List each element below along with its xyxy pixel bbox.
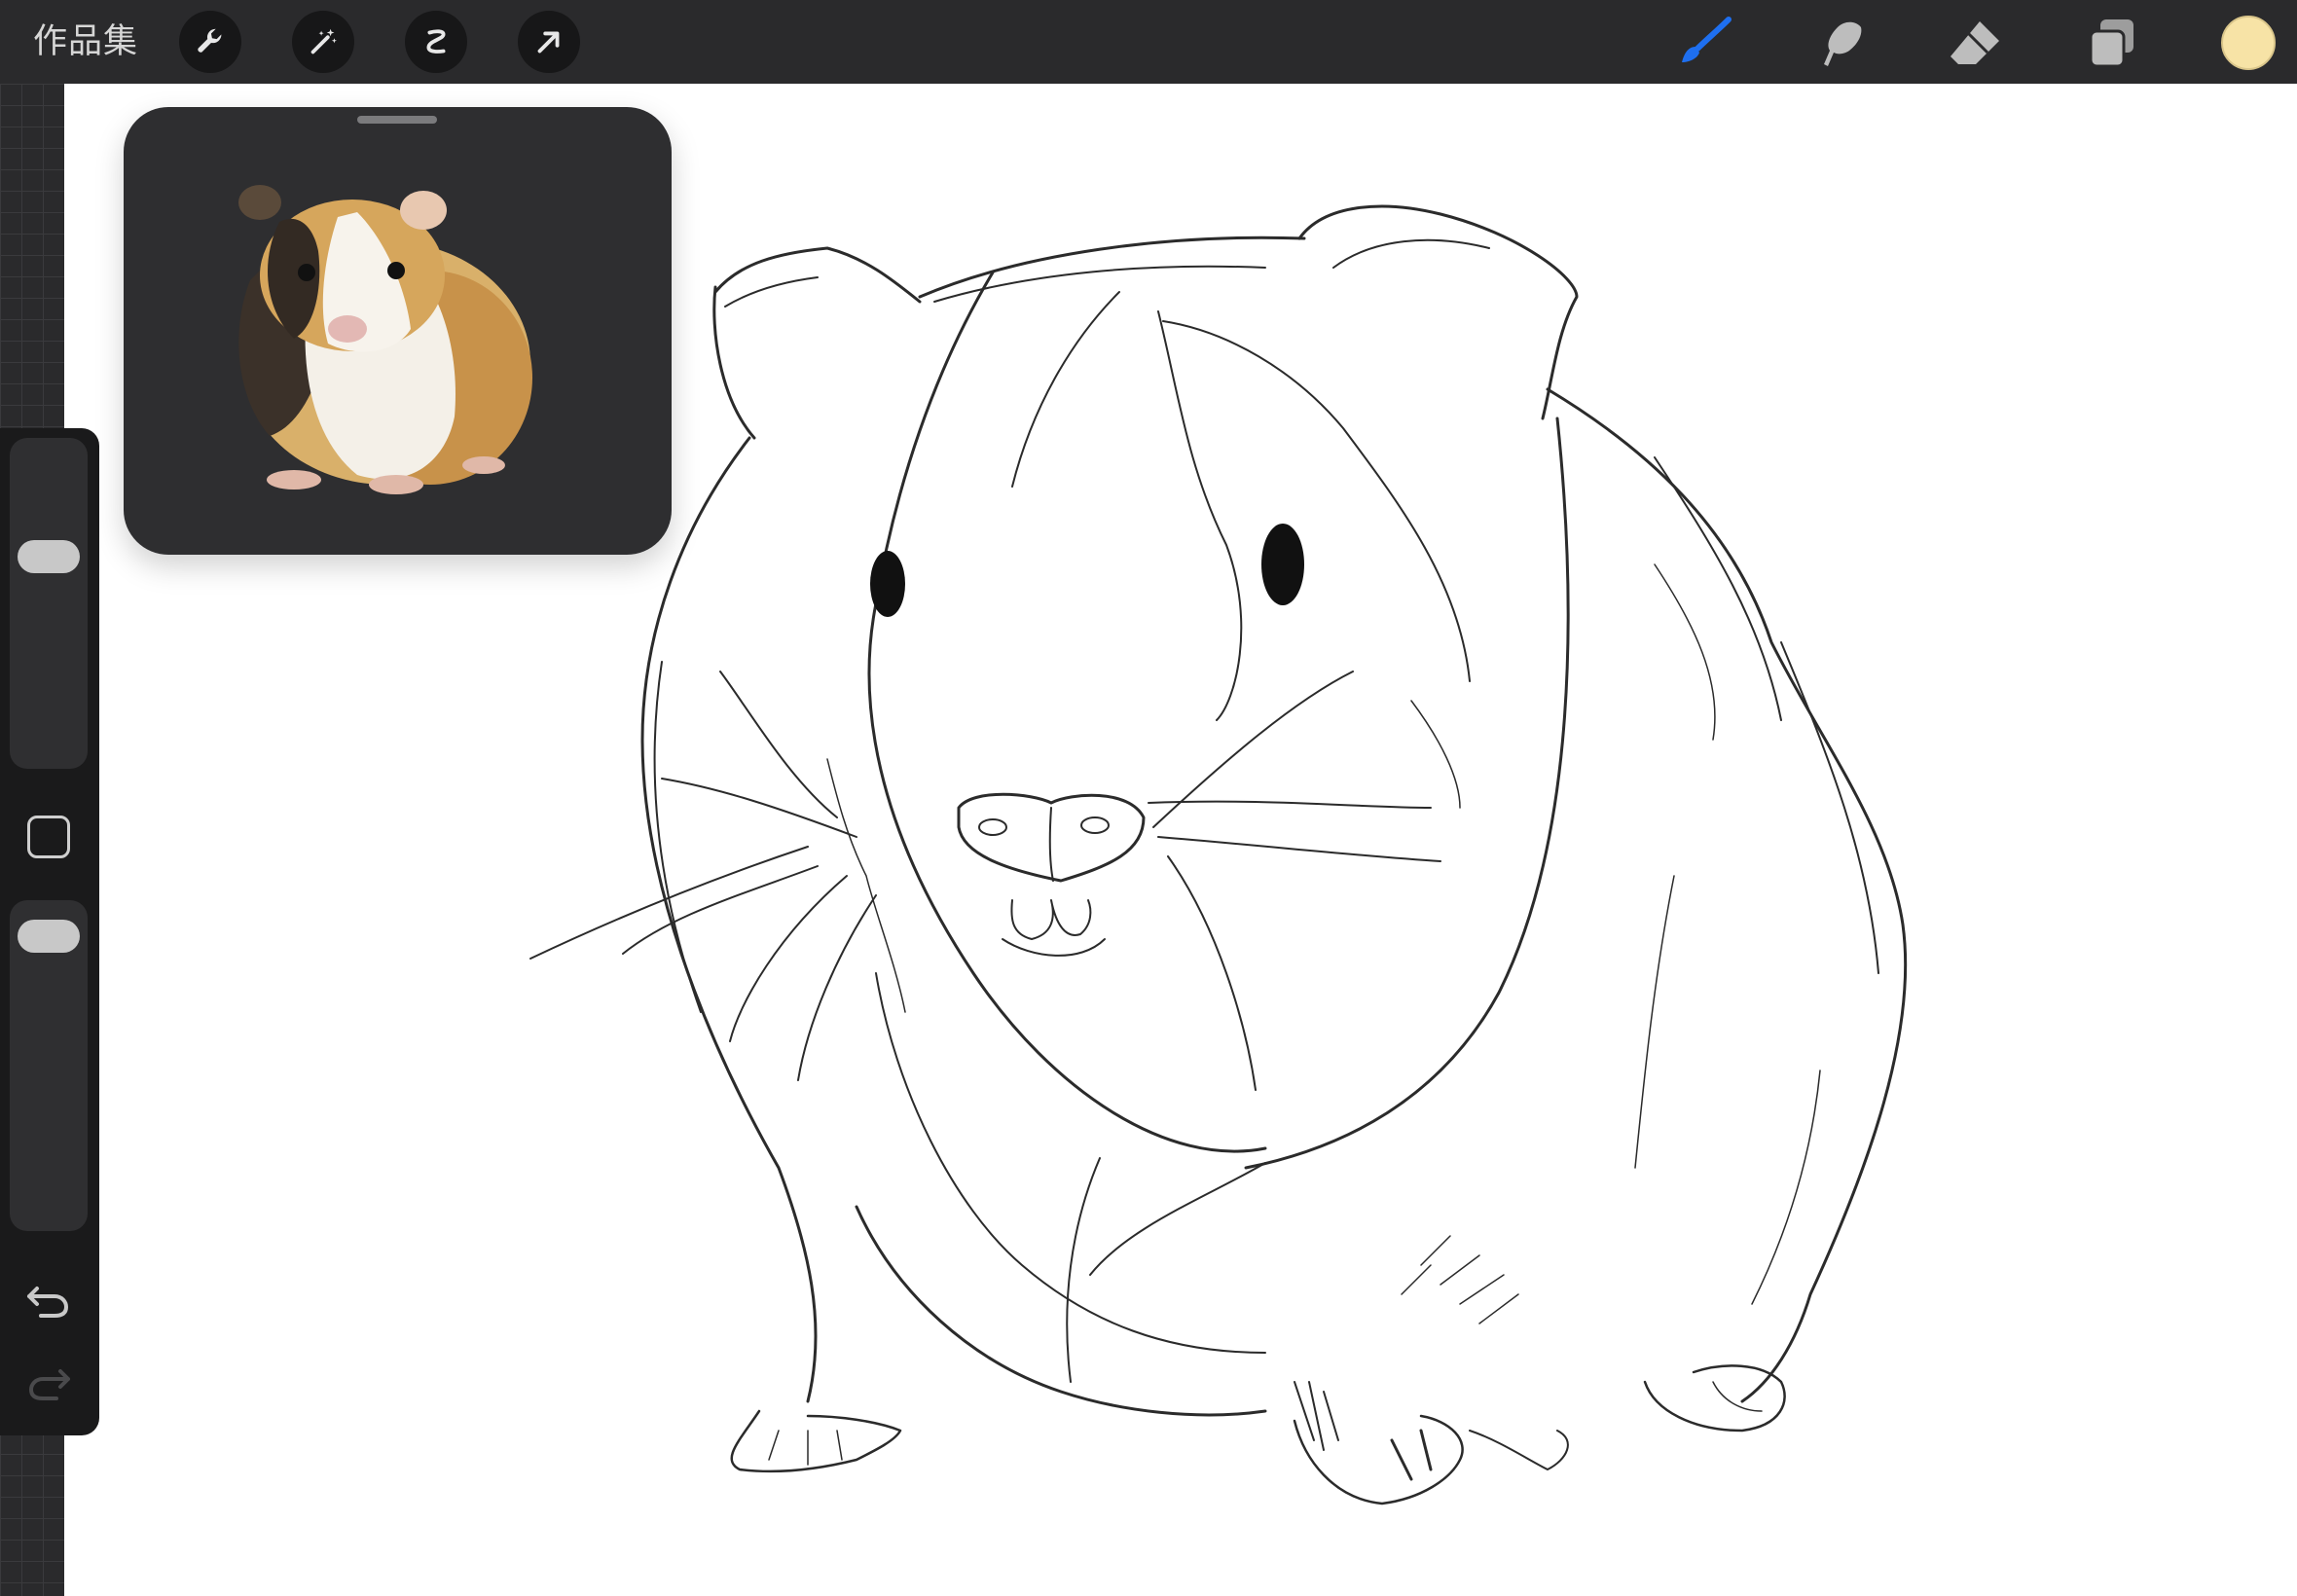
eraser-icon[interactable]	[1945, 14, 2007, 72]
smudge-icon[interactable]	[1808, 14, 1871, 72]
reference-image-window[interactable]	[124, 107, 672, 555]
undo-icon[interactable]	[23, 1275, 74, 1325]
wrench-icon[interactable]	[179, 11, 241, 73]
opacity-thumb[interactable]	[18, 920, 80, 953]
top-toolbar: 作品集	[0, 0, 2297, 84]
reference-drag-handle[interactable]	[357, 116, 437, 124]
move-arrow-icon[interactable]	[518, 11, 580, 73]
gallery-button[interactable]: 作品集	[33, 18, 138, 66]
guinea-pig-photo	[238, 185, 532, 494]
selection-icon[interactable]	[405, 11, 467, 73]
brush-icon[interactable]	[1674, 14, 1736, 72]
opacity-slider[interactable]	[10, 900, 88, 1231]
brush-size-slider[interactable]	[10, 438, 88, 769]
brush-size-thumb[interactable]	[18, 540, 80, 573]
redo-icon[interactable]	[23, 1358, 74, 1408]
magic-wand-icon[interactable]	[292, 11, 354, 73]
left-sidebar	[0, 428, 99, 1435]
modifier-square-icon[interactable]	[27, 816, 70, 858]
color-picker[interactable]	[2221, 16, 2276, 70]
layers-icon[interactable]	[2081, 14, 2143, 72]
